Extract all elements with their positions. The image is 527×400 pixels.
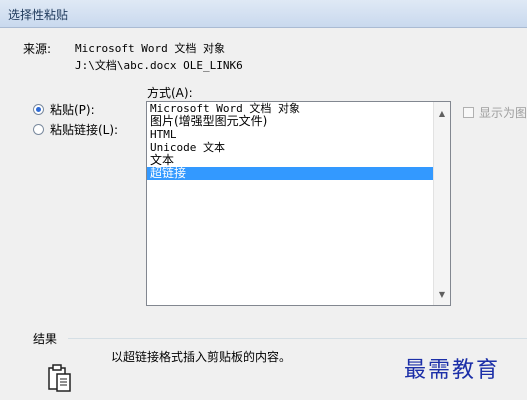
radio-indicator [33,124,44,135]
radio-indicator [33,104,44,115]
paste-radio-label: 粘贴(P): [50,103,95,117]
source-app: Microsoft Word 文档 对象 [75,42,225,55]
format-list-item[interactable]: Unicode 文本 [147,141,433,154]
display-as-icon-checkbox[interactable]: 显示为图标 [463,104,527,121]
result-text: 以超链接格式插入剪贴板的内容。 [111,350,292,364]
scroll-up-arrow-icon[interactable]: ▲ [434,105,450,121]
source-path: J:\文档\abc.docx OLE_LINK6 [75,59,243,72]
format-list-item[interactable]: 超链接 [147,167,433,180]
checkbox-box [463,107,474,118]
format-list-item[interactable]: HTML [147,128,433,141]
paste-link-radio[interactable]: 粘贴链接(L): [33,121,118,138]
title-bar: 选择性粘贴 [0,0,527,28]
source-label: 来源: [23,42,52,56]
format-list-item[interactable]: 文本 [147,154,433,167]
paste-radio[interactable]: 粘贴(P): [33,101,95,118]
format-list-items: Microsoft Word 文档 对象 图片(增强型图元文件) HTML Unico… [147,102,433,180]
result-divider [68,338,527,339]
scroll-down-arrow-icon[interactable]: ▼ [434,286,450,302]
format-listbox[interactable]: Microsoft Word 文档 对象 图片(增强型图元文件) HTML Unico… [146,101,451,306]
display-as-icon-label: 显示为图标 [479,106,527,120]
window-title: 选择性粘贴 [8,8,69,22]
watermark-text: 最需教育 [404,358,501,383]
paste-link-radio-label: 粘贴链接(L): [50,123,119,137]
result-label: 结果 [33,332,58,346]
listbox-scrollbar[interactable]: ▲ ▼ [433,102,450,305]
clipboard-icon [48,364,71,392]
format-list-item[interactable]: 图片(增强型图元文件) [147,115,433,128]
method-label: 方式(A): [147,86,193,100]
